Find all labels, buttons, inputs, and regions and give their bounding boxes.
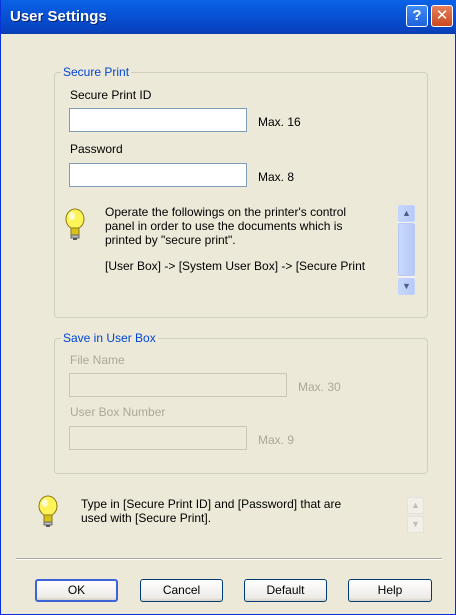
- password-max: Max. 8: [258, 170, 295, 184]
- default-button[interactable]: Default: [244, 579, 327, 602]
- lightbulb-icon: [38, 495, 58, 527]
- user-box-legend: Save in User Box: [61, 331, 158, 345]
- title-bar[interactable]: User Settings ? ✕: [1, 0, 456, 34]
- info-line: Operate the followings on the printer's …: [105, 205, 347, 219]
- secure-print-id-input[interactable]: [69, 108, 247, 132]
- password-label: Password: [70, 142, 123, 156]
- scroll-up-icon[interactable]: ▲: [398, 205, 415, 222]
- cancel-button[interactable]: Cancel: [140, 579, 223, 602]
- hint-line: used with [Secure Print].: [81, 511, 212, 525]
- file-name-input[interactable]: [69, 373, 287, 397]
- file-name-max: Max. 30: [298, 380, 341, 394]
- scroll-down-icon[interactable]: ▼: [398, 278, 415, 295]
- secure-print-id-label: Secure Print ID: [70, 88, 152, 102]
- scrollbar-thumb[interactable]: [398, 223, 415, 276]
- hint-scrollbar[interactable]: ▲ ▼: [407, 497, 424, 535]
- window-title: User Settings: [10, 8, 107, 25]
- info-scrollbar[interactable]: ▲ ▼: [398, 205, 415, 295]
- user-box-number-label: User Box Number: [70, 405, 166, 419]
- scroll-down-icon[interactable]: ▼: [407, 516, 424, 533]
- user-settings-dialog: User Settings ? ✕ Secure Print Secure Pr…: [0, 0, 456, 615]
- secure-print-legend: Secure Print: [61, 65, 132, 79]
- help-button[interactable]: Help: [348, 579, 432, 602]
- password-input[interactable]: [69, 163, 247, 187]
- user-box-number-input[interactable]: [69, 426, 247, 450]
- user-box-number-max: Max. 9: [258, 433, 295, 447]
- info-line: [User Box] -> [System User Box] -> [Secu…: [105, 259, 366, 273]
- lightbulb-icon: [65, 208, 85, 240]
- scroll-up-icon[interactable]: ▲: [407, 497, 424, 514]
- divider: [16, 558, 442, 560]
- info-line: panel in order to use the documents whic…: [105, 219, 343, 233]
- close-icon[interactable]: ✕: [431, 5, 453, 27]
- hint-text: Type in [Secure Print ID] and [Password]…: [81, 497, 396, 525]
- ok-button[interactable]: OK: [35, 579, 118, 602]
- info-line: printed by "secure print".: [105, 233, 236, 247]
- hint-line: Type in [Secure Print ID] and [Password]…: [81, 497, 342, 511]
- secure-print-info: Operate the followings on the printer's …: [105, 205, 395, 273]
- file-name-label: File Name: [70, 353, 125, 367]
- help-icon[interactable]: ?: [406, 5, 428, 27]
- secure-print-id-max: Max. 16: [258, 115, 301, 129]
